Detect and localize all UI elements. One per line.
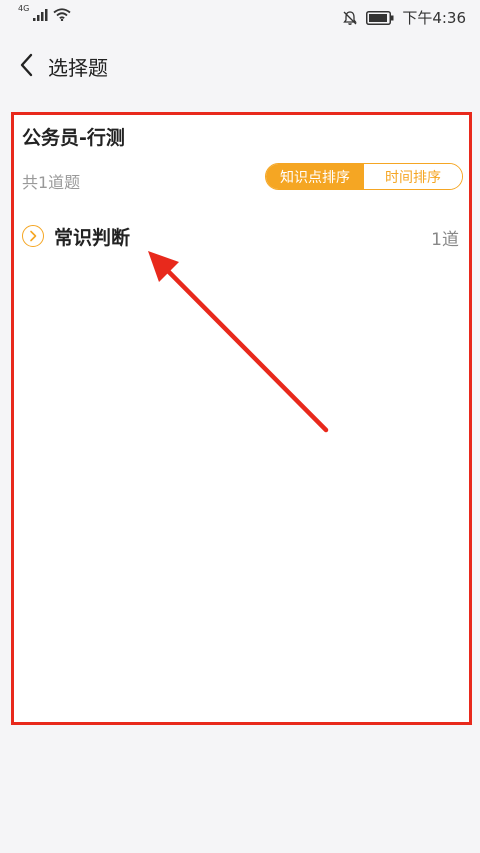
status-bar: 4G 下午4:36: [0, 0, 480, 34]
question-category-card: 公务员-行测 共1道题 知识点排序 时间排序 常识判断 1道: [11, 112, 472, 725]
mute-bell-icon: [343, 10, 358, 25]
status-right: 下午4:36: [342, 7, 466, 28]
page-title: 选择题: [48, 56, 108, 80]
category-row[interactable]: 常识判断 1道: [14, 218, 469, 258]
category-label: 常识判断: [54, 227, 131, 249]
signal-icon: [33, 8, 48, 21]
category-count: 1道: [431, 230, 459, 250]
wifi-icon: [53, 8, 71, 21]
expand-icon[interactable]: [22, 225, 44, 247]
chevron-right-icon: [30, 230, 37, 242]
clock: 下午4:36: [402, 9, 466, 27]
battery-icon: [366, 10, 394, 25]
nav-bar: 选择题: [0, 34, 480, 96]
sort-by-time-button[interactable]: 时间排序: [364, 164, 462, 189]
chevron-left-icon: [20, 53, 33, 77]
network-type-label: 4G: [18, 4, 30, 13]
exam-title: 公务员-行测: [22, 127, 125, 149]
sort-by-knowledge-button[interactable]: 知识点排序: [266, 164, 364, 189]
question-count: 共1道题: [22, 173, 81, 192]
back-button[interactable]: [14, 51, 42, 79]
status-left: 4G: [18, 4, 71, 21]
sort-toggle: 知识点排序 时间排序: [265, 163, 463, 190]
